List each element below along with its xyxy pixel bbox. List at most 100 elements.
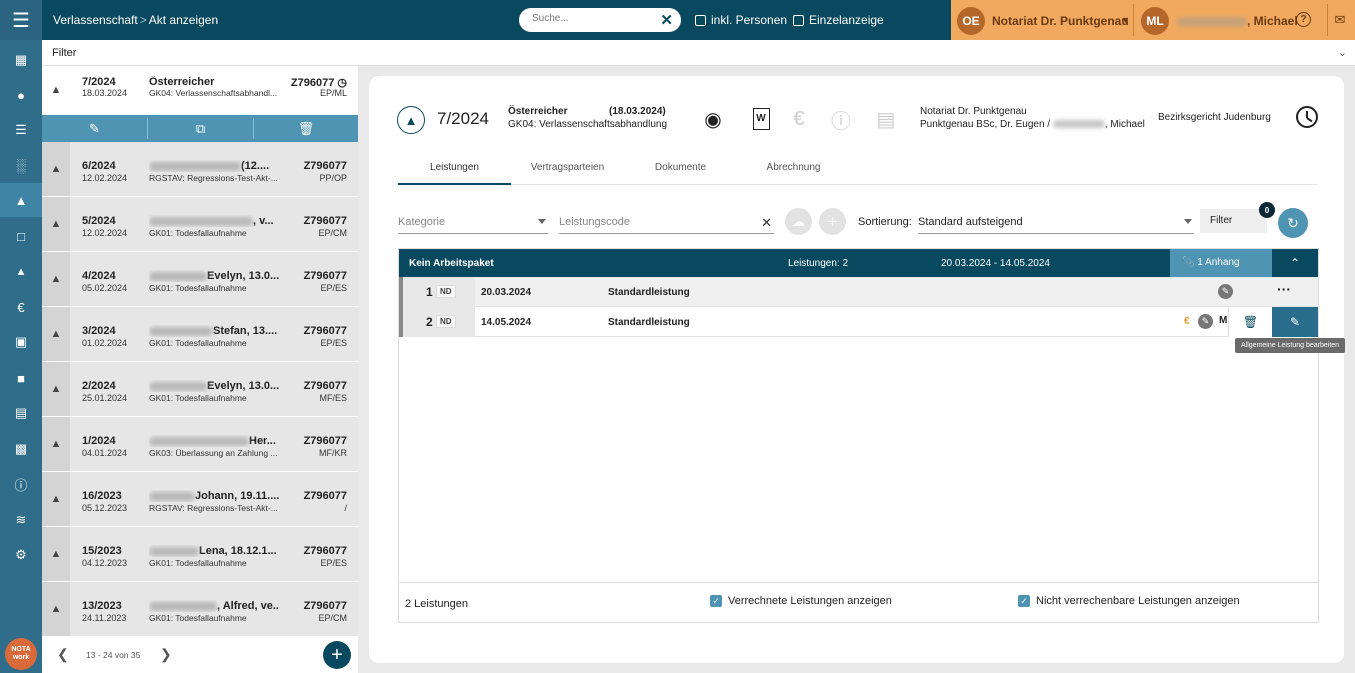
akt-list-item[interactable]: ▲ 4/2024 05.02.2024 Evelyn, 13.0... GK01… (42, 252, 358, 307)
word-document-icon[interactable]: W (747, 105, 775, 133)
mail-icon[interactable]: ✉ (1332, 12, 1348, 28)
checkbox-nicht-verrechenbare[interactable]: ✓ Nicht verrechenbare Leistungen anzeigen (1018, 595, 1240, 607)
checkbox-box[interactable] (695, 14, 706, 26)
akt-list-item[interactable]: ▲ 1/2024 04.01.2024 Her... GK03: Überlas… (42, 417, 358, 472)
checkbox-box[interactable] (793, 14, 804, 26)
delete-trash-icon[interactable]: 🗑 (254, 115, 358, 142)
user-name-text: , Michael (1247, 14, 1298, 28)
filter-button[interactable]: Filter (1200, 209, 1267, 233)
share-button[interactable]: ☁ (785, 208, 812, 235)
euro-icon[interactable]: € (785, 105, 813, 133)
group-date-range: 20.03.2024 - 14.05.2024 (941, 258, 1050, 269)
table-row[interactable]: 2 ND 14.05.2024 Standardleistung € ✎ M 🗑… (399, 307, 1318, 337)
settings-gear-icon[interactable]: ⚙ (0, 538, 42, 572)
info-icon[interactable]: ⓘ (0, 467, 42, 501)
akt-list-item[interactable]: ▲ 16/2023 05.12.2023 Johann, 19.11.... R… (42, 472, 358, 527)
document-icon[interactable]: □ (0, 219, 42, 253)
question-circle-icon[interactable]: ? (1296, 12, 1311, 27)
org-dropdown-icon[interactable]: ▼ (1121, 15, 1130, 25)
square-icon[interactable]: ■ (0, 361, 42, 395)
akt-gk: GK04: Verlassenschaftsabhandlung (508, 119, 667, 130)
calendar-icon[interactable]: ▦ (0, 43, 42, 77)
filter-bar[interactable]: Filter ⌄ (42, 40, 1355, 66)
chevron-down-icon[interactable]: ⌄ (1338, 46, 1347, 59)
tab-dokumente[interactable]: Dokumente (624, 160, 737, 185)
history-clock-icon[interactable] (1296, 106, 1318, 128)
akt-list-item[interactable]: ▲ 15/2023 04.12.2023 Lena, 18.12.1... GK… (42, 527, 358, 582)
edit-pencil-icon[interactable]: ✎ (1198, 314, 1213, 329)
org-avatar[interactable]: OE (957, 7, 985, 35)
akt-initials: MF/ES (319, 393, 347, 403)
akt-action-row: ✎ ⧉ 🗑 (42, 115, 358, 142)
delete-trash-icon[interactable]: 🗑 (1228, 307, 1272, 337)
add-leistung-button[interactable]: + (819, 208, 846, 235)
anhang-button[interactable]: 📎 1 Anhang (1170, 249, 1272, 277)
hamburger-menu-icon[interactable]: ☰ (0, 0, 42, 40)
edit-pencil-icon[interactable]: ✎ (42, 115, 147, 142)
org-name[interactable]: Notariat Dr. Punktgenau (992, 14, 1129, 28)
akt-list-item[interactable]: ▲ 3/2024 01.02.2024 Stefan, 13.... GK01:… (42, 307, 358, 362)
tab-abrechnung[interactable]: Abrechnung (737, 160, 850, 185)
breadcrumb-item-verlassenschaft[interactable]: Verlassenschaft (53, 13, 138, 27)
copy-icon[interactable]: ⧉ (148, 115, 253, 142)
chevron-left-icon[interactable]: ❮ (57, 646, 69, 663)
user-avatar[interactable]: ML (1141, 7, 1169, 35)
grave-icon: ▲ (42, 142, 70, 196)
archive-box-icon[interactable]: ▤ (872, 105, 900, 133)
sort-select[interactable]: Standard aufsteigend (918, 214, 1194, 234)
checkbox-checked[interactable]: ✓ (1018, 595, 1030, 607)
refresh-button[interactable]: ↻ (1278, 208, 1308, 238)
list-icon[interactable]: ☰ (0, 113, 42, 147)
edit-leistung-button[interactable]: ✎ (1272, 307, 1318, 337)
chevron-right-icon[interactable]: ❯ (160, 646, 172, 663)
akt-list-item-selected[interactable]: ▲ 7/2024 18.03.2024 Österreicher GK04: V… (42, 66, 358, 115)
akt-list-item[interactable]: ▲ 2/2024 25.01.2024 Evelyn, 13.0... GK01… (42, 362, 358, 417)
tab-leistungen[interactable]: Leistungen (398, 160, 511, 185)
akt-gk: RGSTAV: Regressions-Test-Akt-... (149, 173, 278, 183)
user-name[interactable]: , Michael (1177, 14, 1298, 28)
akt-number: 7/2024 (82, 76, 116, 88)
info-icon[interactable]: ⓘ (827, 105, 855, 133)
checkbox-inkl-personen[interactable]: inkl. Personen (695, 13, 787, 27)
akt-date: 05.12.2023 (82, 503, 128, 513)
checkbox-einzelanzeige[interactable]: Einzelanzeige (793, 13, 884, 27)
kategorie-select[interactable]: Kategorie (398, 214, 548, 234)
akt-z: Z796077 (303, 435, 347, 447)
akt-list-item[interactable]: ▲ 13/2023 24.11.2023 , Alfred, ve... GK0… (42, 582, 358, 637)
copy-icon[interactable]: ▣ (0, 325, 42, 359)
library-icon[interactable]: ░ (0, 148, 42, 182)
leistungen-table: Kein Arbeitspaket Leistungen: 2 20.03.20… (398, 248, 1319, 623)
court-icon[interactable]: ▴ (0, 254, 42, 288)
table-row[interactable]: 1 ND 20.03.2024 Standardleistung ✎ ··· (399, 277, 1318, 307)
breadcrumb: Verlassenschaft > Akt anzeigen (53, 13, 218, 27)
grave-icon[interactable]: ▲ (0, 183, 42, 217)
statistics-icon[interactable]: ≋ (0, 503, 42, 537)
akt-list-item[interactable]: ▲ 6/2024 12.02.2024 (12.... RGSTAV: Regr… (42, 142, 358, 197)
search-input[interactable] (532, 13, 652, 24)
clear-search-icon[interactable]: ✕ (660, 11, 673, 29)
more-options-icon[interactable]: ··· (1277, 281, 1291, 297)
pagination: ❮ 13 - 24 von 35 ❯ + (42, 636, 358, 673)
row-number: 1 (426, 285, 433, 299)
table-group-header[interactable]: Kein Arbeitspaket Leistungen: 2 20.03.20… (399, 249, 1318, 277)
leistungscode-input[interactable]: Leistungscode ✕ (559, 214, 774, 234)
checkbox-verrechnete[interactable]: ✓ Verrechnete Leistungen anzeigen (710, 595, 892, 607)
akt-number: 3/2024 (82, 325, 116, 337)
tab-vertragsparteien[interactable]: Vertragsparteien (511, 160, 624, 185)
checkbox-checked[interactable]: ✓ (710, 595, 722, 607)
akt-list-item[interactable]: ▲ 5/2024 12.02.2024 , v... GK01: Todesfa… (42, 197, 358, 252)
edit-pencil-icon[interactable]: ✎ (1218, 284, 1233, 299)
grave-icon: ▲ (42, 307, 70, 361)
elephant-icon[interactable]: ◉ (699, 105, 727, 133)
akt-gk: GK04: Verlassenschaftsabhandl... (149, 88, 278, 98)
euro-icon[interactable]: € (0, 290, 42, 324)
grave-icon: ▲ (397, 106, 425, 134)
akt-date: 01.02.2024 (82, 338, 128, 348)
report-icon[interactable]: ▤ (0, 396, 42, 430)
add-akt-button[interactable]: + (323, 641, 351, 669)
grave-icon: ▲ (42, 252, 70, 306)
table-icon[interactable]: ▩ (0, 432, 42, 466)
clear-icon[interactable]: ✕ (761, 215, 772, 231)
person-icon[interactable]: ● (0, 78, 42, 112)
collapse-chevron-up-icon[interactable]: ⌃ (1272, 249, 1318, 277)
